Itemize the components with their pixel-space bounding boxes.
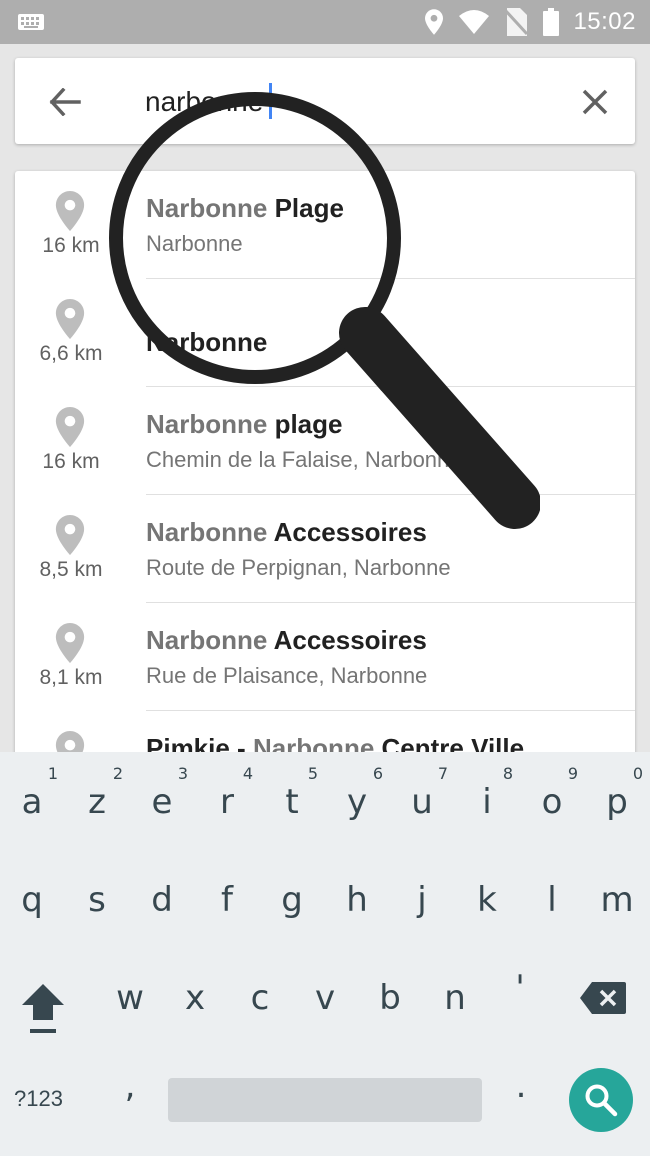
result-item[interactable]: Pimkie - Narbonne Centre Ville: [15, 711, 635, 756]
status-time: 15:02: [573, 8, 636, 35]
key-x[interactable]: x: [163, 954, 227, 1034]
key-apostrophe[interactable]: ': [488, 944, 552, 1024]
result-distance: 6,6 km: [39, 342, 103, 365]
result-subtitle: Narbonne: [146, 231, 243, 256]
comma-key[interactable]: ,: [115, 1066, 145, 1106]
shift-key[interactable]: [20, 980, 72, 1040]
search-input[interactable]: [145, 80, 565, 124]
place-pin-icon: [55, 191, 85, 236]
search-bar: [15, 58, 635, 144]
backspace-key[interactable]: [580, 982, 628, 1016]
key-v[interactable]: v: [293, 954, 357, 1034]
place-pin-icon: [55, 299, 85, 344]
clear-button[interactable]: [575, 82, 615, 122]
search-icon: [585, 1084, 618, 1117]
result-distance: 16 km: [42, 234, 100, 257]
result-title: Narbonne Plage: [146, 193, 344, 223]
key-e[interactable]: 3e: [130, 752, 194, 832]
place-pin-icon: [55, 623, 85, 668]
key-u[interactable]: 7u: [390, 752, 454, 832]
keyboard-icon: [18, 14, 44, 35]
place-pin-icon: [55, 407, 85, 452]
key-h[interactable]: h: [325, 856, 389, 936]
result-item[interactable]: 16 km Narbonne Plage Narbonne: [15, 171, 635, 279]
close-icon: [582, 89, 608, 115]
battery-icon: [543, 8, 560, 36]
no-sim-icon: [505, 8, 528, 36]
period-key[interactable]: .: [506, 1066, 536, 1106]
back-button[interactable]: [45, 82, 85, 122]
key-m[interactable]: m: [585, 856, 649, 936]
key-c[interactable]: c: [228, 954, 292, 1034]
key-d[interactable]: d: [130, 856, 194, 936]
soft-keyboard: 1a 2z 3e 4r 5t 6y 7u 8i 9o 0p q s d f g …: [0, 752, 650, 1156]
shift-icon: [22, 984, 64, 1033]
key-n[interactable]: n: [423, 954, 487, 1034]
result-item[interactable]: 6,6 km Narbonne: [15, 279, 635, 387]
result-item[interactable]: 8,1 km Narbonne Accessoires Rue de Plais…: [15, 603, 635, 711]
result-title: Narbonne plage: [146, 409, 343, 439]
text-cursor: [269, 83, 272, 119]
location-icon: [425, 9, 444, 35]
place-pin-icon: [55, 515, 85, 560]
result-item[interactable]: 8,5 km Narbonne Accessoires Route de Per…: [15, 495, 635, 603]
key-a[interactable]: 1a: [0, 752, 64, 832]
key-s[interactable]: s: [65, 856, 129, 936]
key-l[interactable]: l: [520, 856, 584, 936]
status-bar: 15:02: [0, 0, 650, 44]
key-z[interactable]: 2z: [65, 752, 129, 832]
result-subtitle: Chemin de la Falaise, Narbonne: [146, 447, 462, 472]
key-p[interactable]: 0p: [585, 752, 649, 832]
result-title: Narbonne Accessoires: [146, 517, 427, 547]
key-t[interactable]: 5t: [260, 752, 324, 832]
key-y[interactable]: 6y: [325, 752, 389, 832]
key-b[interactable]: b: [358, 954, 422, 1034]
arrow-back-icon: [49, 88, 81, 116]
key-o[interactable]: 9o: [520, 752, 584, 832]
key-w[interactable]: w: [98, 954, 162, 1034]
space-key[interactable]: [168, 1078, 482, 1122]
wifi-icon: [459, 10, 490, 34]
result-distance: 8,5 km: [39, 558, 103, 581]
key-j[interactable]: j: [390, 856, 454, 936]
backspace-icon: [580, 982, 626, 1014]
result-distance: 8,1 km: [39, 666, 103, 689]
key-f[interactable]: f: [195, 856, 259, 936]
result-title: Narbonne Accessoires: [146, 625, 427, 655]
result-distance: 16 km: [42, 450, 100, 473]
result-title: Narbonne: [146, 327, 268, 357]
result-subtitle: Route de Perpignan, Narbonne: [146, 555, 451, 580]
key-q[interactable]: q: [0, 856, 64, 936]
results-list: 16 km Narbonne Plage Narbonne 6,6 km Nar…: [15, 171, 635, 756]
key-k[interactable]: k: [455, 856, 519, 936]
search-key[interactable]: [569, 1068, 633, 1132]
result-item[interactable]: 16 km Narbonne plage Chemin de la Falais…: [15, 387, 635, 495]
key-r[interactable]: 4r: [195, 752, 259, 832]
key-g[interactable]: g: [260, 856, 324, 936]
result-subtitle: Rue de Plaisance, Narbonne: [146, 663, 428, 688]
symbols-key[interactable]: ?123: [14, 1086, 63, 1112]
key-i[interactable]: 8i: [455, 752, 519, 832]
